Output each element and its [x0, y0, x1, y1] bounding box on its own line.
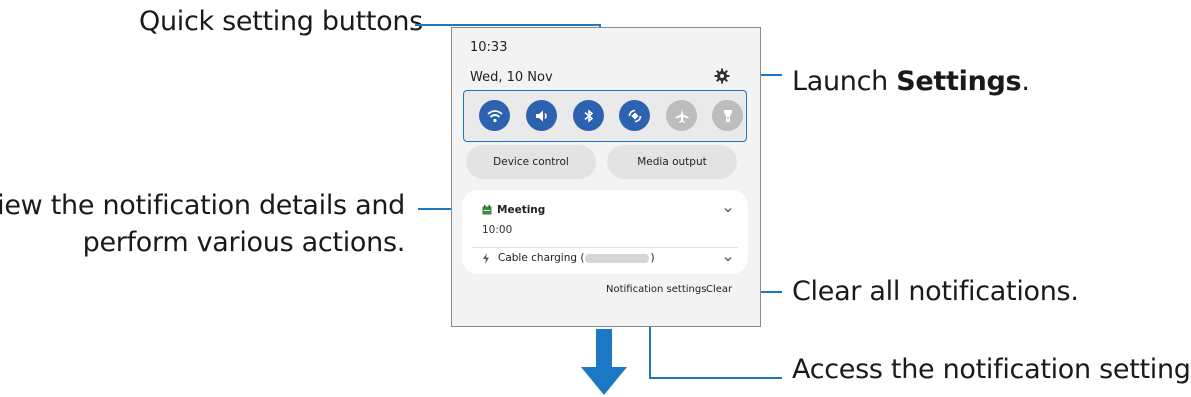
bluetooth-icon: [584, 108, 593, 123]
airplane-toggle[interactable]: [666, 100, 697, 131]
clear-button[interactable]: Clear: [706, 284, 732, 295]
charging-prefix: Cable charging (: [498, 252, 585, 264]
lightning-icon: [483, 253, 489, 264]
notification-settings-leader-h: [649, 377, 782, 379]
notification-panel: 10:33 Wed, 10 Nov Device control Media o…: [451, 27, 761, 327]
wifi-icon: [486, 109, 503, 122]
airplane-icon: [675, 108, 688, 123]
chevron-down-icon[interactable]: [723, 254, 733, 264]
charging-suffix: ): [650, 252, 655, 264]
launch-settings-prefix: Launch: [792, 66, 897, 97]
launch-settings-bold: Settings: [896, 66, 1022, 97]
bluetooth-toggle[interactable]: [573, 100, 604, 131]
notification-settings-link[interactable]: Notification settings: [606, 284, 706, 295]
launch-settings-callout: Launch Settings.: [792, 66, 1030, 97]
quick-settings-panel: [463, 90, 747, 142]
status-time: 10:33: [470, 40, 508, 55]
clear-all-callout: Clear all notifications.: [792, 276, 1079, 307]
chevron-down-icon[interactable]: [723, 205, 733, 215]
view-details-callout: View the notification details and perfor…: [0, 187, 405, 261]
quick-settings-callout: Quick setting buttons: [139, 6, 423, 37]
sound-toggle[interactable]: [526, 100, 557, 131]
status-date: Wed, 10 Nov: [470, 70, 553, 85]
auto-rotate-toggle[interactable]: [619, 100, 650, 131]
meeting-notification-title[interactable]: Meeting: [497, 204, 545, 216]
gear-icon[interactable]: [714, 68, 730, 84]
quick-settings-leader-h: [415, 24, 600, 26]
flashlight-toggle[interactable]: [712, 100, 743, 131]
calendar-icon: [482, 205, 492, 215]
flashlight-icon: [723, 109, 732, 122]
view-details-line1: View the notification details and: [0, 190, 405, 221]
charging-notification[interactable]: Cable charging (): [498, 252, 655, 264]
device-control-button[interactable]: Device control: [466, 145, 596, 179]
access-settings-callout: Access the notification settings.: [792, 354, 1191, 385]
launch-settings-suffix: .: [1021, 66, 1030, 97]
media-output-button[interactable]: Media output: [607, 145, 737, 179]
notification-card: Meeting 10:00 Cable charging (): [462, 190, 748, 274]
redacted-device-name: [585, 253, 650, 263]
auto-rotate-icon: [628, 109, 641, 122]
notification-divider: [472, 247, 738, 248]
sound-icon: [535, 110, 547, 121]
wifi-toggle[interactable]: [479, 100, 510, 131]
view-details-line2: perform various actions.: [82, 227, 406, 258]
meeting-notification-time: 10:00: [482, 224, 513, 236]
